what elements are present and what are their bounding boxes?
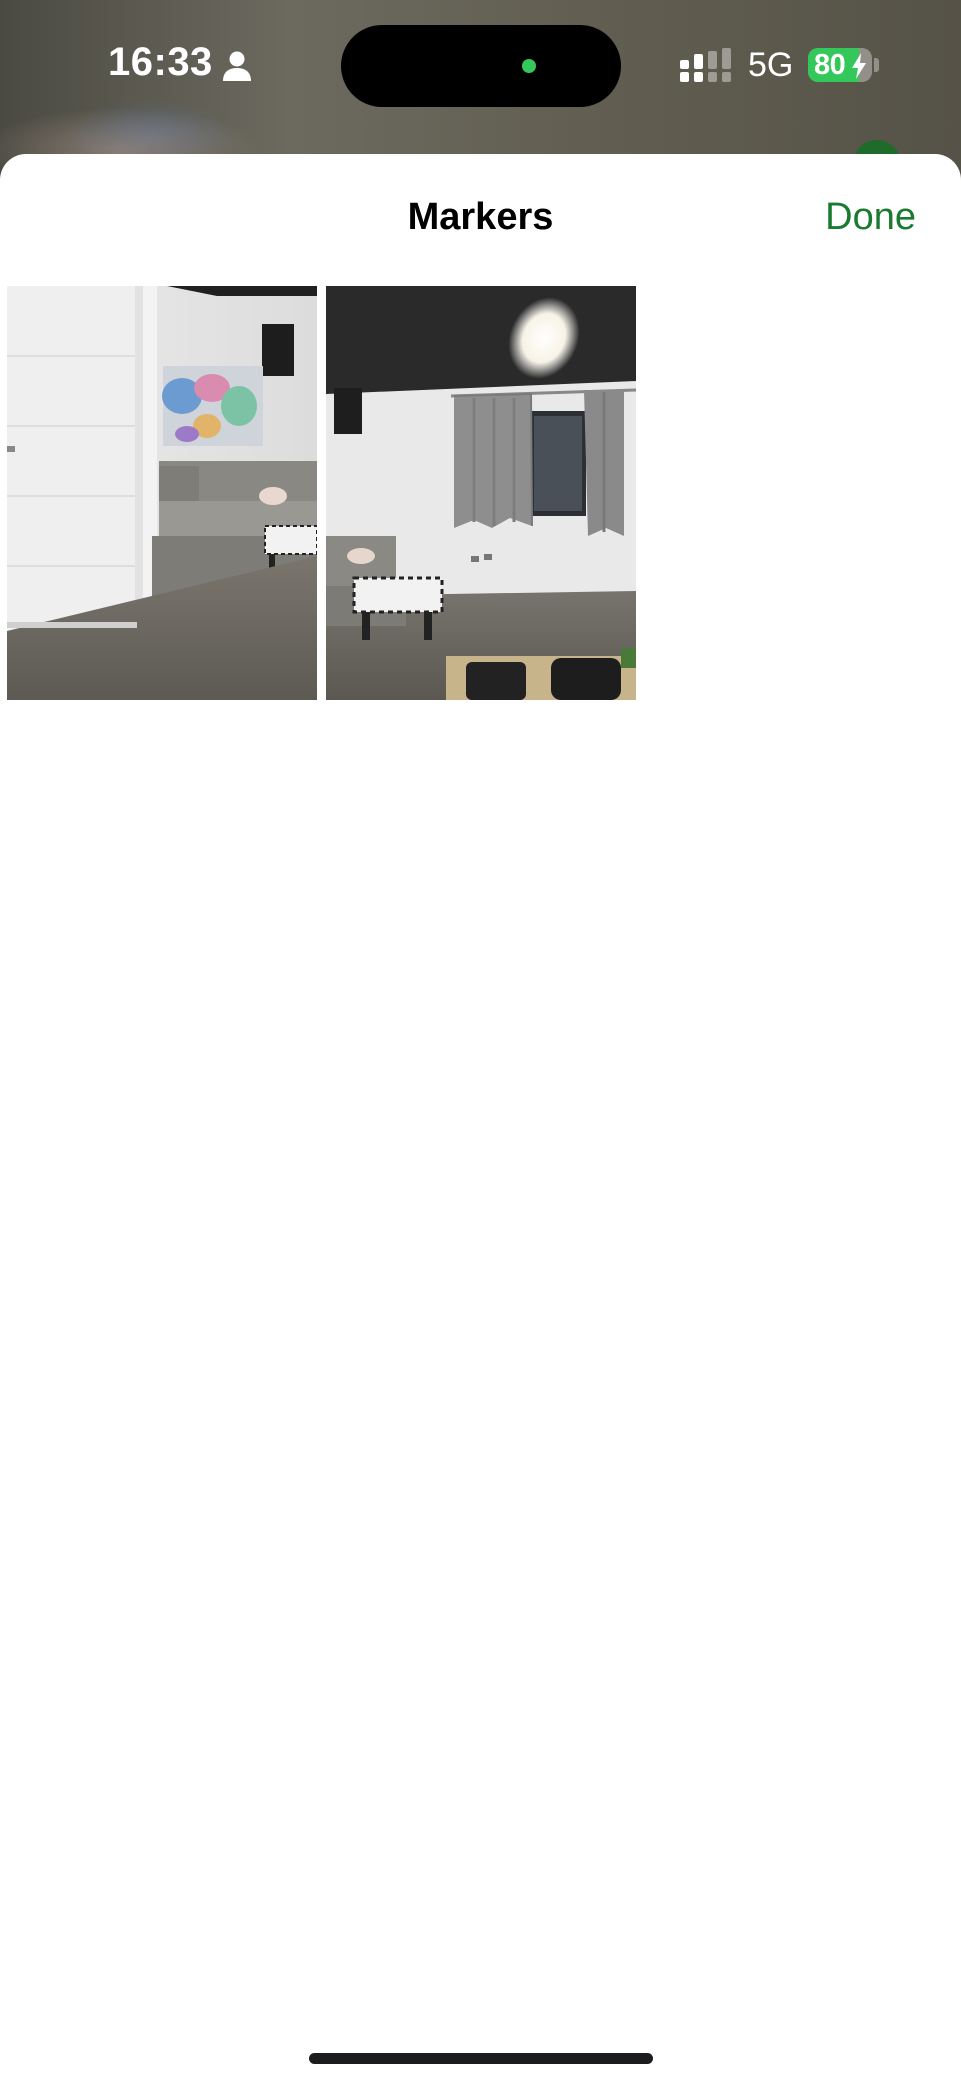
person-icon [223,51,251,81]
bolt-icon [852,53,866,79]
home-indicator[interactable] [309,2053,653,2064]
battery-cap [874,58,879,72]
signal-icon [680,48,731,82]
status-bar: 16:33 5G 80 [0,0,961,130]
markers-sheet: Markers Done [0,154,961,2082]
dynamic-island [341,25,621,107]
network-type: 5G [748,46,794,84]
marker-thumbnail-2[interactable] [326,286,636,700]
status-time: 16:33 [108,40,213,84]
battery-percent: 80 [814,49,846,81]
marker-thumbnail-1[interactable] [7,286,317,700]
done-button[interactable]: Done [825,196,916,239]
sheet-title: Markers [407,196,554,238]
camera-in-use-indicator [522,59,536,73]
